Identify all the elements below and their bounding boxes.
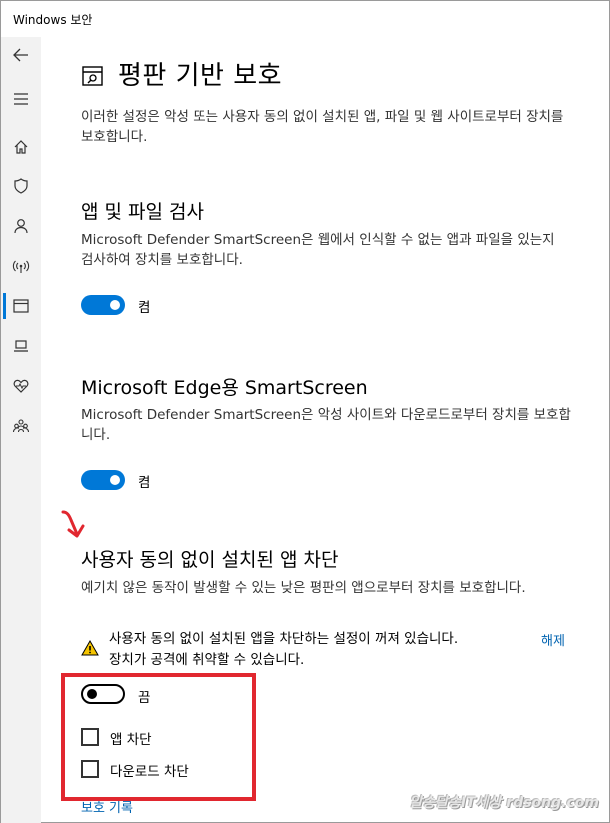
network-icon — [12, 260, 30, 273]
heart-icon — [13, 379, 29, 393]
warning-message-line2: 장치가 공격에 취약할 수 있습니다. — [109, 652, 305, 668]
device-icon — [14, 340, 28, 352]
family-icon — [12, 419, 30, 433]
sidebar-item-home[interactable] — [1, 131, 41, 163]
annotation-arrow-icon — [61, 510, 85, 538]
sidebar-item-virus-protection[interactable] — [1, 170, 41, 202]
menu-icon — [14, 93, 28, 105]
app-browser-icon — [13, 299, 29, 313]
section-description-edge-smartscreen: Microsoft Defender SmartScreen은 악성 사이트와 … — [81, 407, 571, 443]
sidebar-item-family[interactable] — [1, 410, 41, 442]
warning-message-line1: 사용자 동의 없이 설치된 앱을 차단하는 설정이 꺼져 있습니다. — [109, 631, 459, 647]
section-description-app-file-check: Microsoft Defender SmartScreen은 웹에서 인식할 … — [81, 232, 555, 268]
page-title: 평판 기반 보호 — [118, 61, 283, 91]
title-bar: Windows 보안 — [1, 1, 609, 37]
sidebar-item-account[interactable] — [1, 210, 41, 242]
app-file-check-toggle[interactable] — [81, 295, 125, 315]
sidebar — [1, 37, 41, 823]
shield-icon — [14, 178, 28, 194]
app-file-check-toggle-label: 켬 — [138, 300, 151, 316]
sidebar-item-device-security[interactable] — [1, 330, 41, 362]
watermark: 알송달송IT세상 rdsong.com — [409, 795, 599, 811]
home-icon — [14, 140, 28, 154]
warning-dismiss-link[interactable]: 해제 — [541, 630, 565, 649]
back-button[interactable] — [1, 39, 41, 71]
sidebar-item-device-health[interactable] — [1, 370, 41, 402]
section-title-pua-blocking: 사용자 동의 없이 설치된 앱 차단 — [81, 549, 339, 571]
page-description: 이러한 설정은 악성 또는 사용자 동의 없이 설치된 앱, 파일 및 웹 사이… — [81, 109, 564, 145]
reputation-protection-icon — [82, 66, 103, 86]
section-title-edge-smartscreen: Microsoft Edge용 SmartScreen — [81, 377, 368, 399]
back-icon — [13, 48, 28, 62]
sidebar-item-firewall[interactable] — [1, 250, 41, 282]
warning-icon — [81, 640, 99, 656]
window-title: Windows 보안 — [13, 13, 93, 27]
sidebar-item-app-browser[interactable] — [1, 290, 41, 322]
edge-smartscreen-toggle[interactable] — [81, 470, 125, 490]
section-title-app-file-check: 앱 및 파일 검사 — [81, 201, 204, 223]
person-icon — [14, 219, 28, 234]
menu-button[interactable] — [1, 83, 41, 115]
section-description-pua-blocking: 예기치 않은 동작이 발생할 수 있는 낮은 평판의 앱으로부터 장치를 보호합… — [81, 580, 526, 596]
annotation-highlight-box — [61, 673, 256, 801]
edge-smartscreen-toggle-label: 켬 — [138, 475, 151, 491]
